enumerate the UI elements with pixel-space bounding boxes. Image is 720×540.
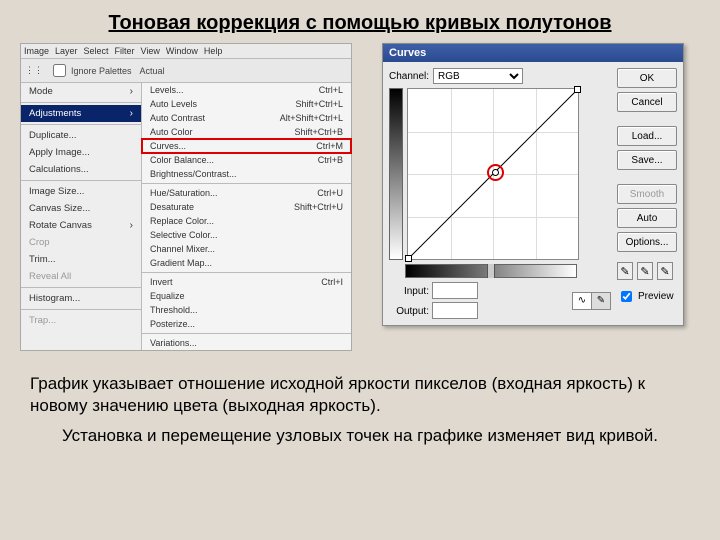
curves-dialog: Curves Channel: RGB — [382, 43, 684, 326]
preview-checkbox[interactable] — [621, 291, 632, 302]
curve-tool-spline-icon[interactable]: ∿ — [573, 293, 592, 309]
output-field[interactable] — [432, 302, 478, 319]
channel-label: Channel: — [389, 71, 429, 82]
smooth-button[interactable]: Smooth — [617, 184, 677, 204]
image-menu[interactable]: Mode Adjustments Duplicate...Apply Image..… — [21, 83, 142, 350]
submenu-item[interactable]: Hue/Saturation...Ctrl+U — [142, 186, 351, 200]
page-title: Тоновая коррекция с помощью кривых полут… — [0, 0, 720, 43]
menu-item[interactable]: Mode — [21, 83, 141, 100]
preview-label: Preview — [638, 291, 674, 302]
curves-titlebar: Curves — [383, 44, 683, 62]
curve-point-start[interactable] — [405, 255, 412, 262]
cancel-button[interactable]: Cancel — [617, 92, 677, 112]
curve-tool-pencil-icon[interactable]: ✎ — [592, 293, 610, 309]
actual-label: Actual — [140, 66, 165, 76]
menubar[interactable]: Image Layer Select Filter View Window Help — [21, 44, 351, 59]
menu-filter[interactable]: Filter — [115, 46, 135, 56]
options-button[interactable]: Options... — [617, 232, 677, 252]
explanation-text: График указывает отношение исходной ярко… — [0, 351, 720, 447]
menu-item[interactable]: Trap... — [21, 312, 141, 329]
menu-help[interactable]: Help — [204, 46, 223, 56]
submenu-item[interactable]: Selective Color... — [142, 228, 351, 242]
output-label: Output: — [389, 306, 429, 317]
menu-item[interactable]: Crop — [21, 234, 141, 251]
submenu-item[interactable]: Channel Mixer... — [142, 242, 351, 256]
channel-select[interactable]: RGB — [433, 68, 523, 84]
load-button[interactable]: Load... — [617, 126, 677, 146]
submenu-item[interactable]: Threshold... — [142, 303, 351, 317]
menu-item[interactable]: Trim... — [21, 251, 141, 268]
eyedropper-gray-icon[interactable]: ✎ — [637, 262, 653, 280]
photoshop-menu: Image Layer Select Filter View Window Help ⋮⋮ … — [20, 43, 352, 351]
ignore-palettes-checkbox[interactable] — [53, 64, 66, 77]
menu-item[interactable]: Histogram... — [21, 290, 141, 307]
submenu-item[interactable]: Curves...Ctrl+M — [142, 139, 351, 153]
menu-item[interactable]: Apply Image... — [21, 144, 141, 161]
submenu-item[interactable]: DesaturateShift+Ctrl+U — [142, 200, 351, 214]
input-label: Input: — [389, 286, 429, 297]
paragraph-2: Установка и перемещение узловых точек на… — [30, 425, 690, 447]
menu-item[interactable]: Image Size... — [21, 183, 141, 200]
curves-chart[interactable] — [407, 88, 579, 260]
submenu-item[interactable]: Levels...Ctrl+L — [142, 83, 351, 97]
submenu-item[interactable]: Gradient Map... — [142, 256, 351, 270]
submenu-item[interactable]: Variations... — [142, 336, 351, 350]
save-button[interactable]: Save... — [617, 150, 677, 170]
options-bar: ⋮⋮ Ignore Palettes Actual — [21, 59, 351, 83]
submenu-item[interactable]: Auto ContrastAlt+Shift+Ctrl+L — [142, 111, 351, 125]
menu-item[interactable]: Reveal All — [21, 268, 141, 285]
curve-tool-toggle[interactable]: ∿ ✎ — [572, 292, 611, 310]
curve-point-end[interactable] — [574, 86, 581, 93]
submenu-item[interactable]: Equalize — [142, 289, 351, 303]
eyedropper-white-icon[interactable]: ✎ — [657, 262, 673, 280]
submenu-item[interactable]: Replace Color... — [142, 214, 351, 228]
paragraph-1: График указывает отношение исходной ярко… — [30, 373, 690, 417]
menu-item[interactable]: Calculations... — [21, 161, 141, 178]
menu-window[interactable]: Window — [166, 46, 198, 56]
submenu-item[interactable]: Brightness/Contrast... — [142, 167, 351, 181]
eyedropper-black-icon[interactable]: ✎ — [617, 262, 633, 280]
gradient-split-icon — [487, 264, 495, 278]
menu-item[interactable]: Duplicate... — [21, 127, 141, 144]
menu-item[interactable]: Rotate Canvas — [21, 217, 141, 234]
curve-point-mid[interactable] — [492, 169, 499, 176]
menu-item[interactable]: Canvas Size... — [21, 200, 141, 217]
submenu-item[interactable]: Color Balance...Ctrl+B — [142, 153, 351, 167]
input-field[interactable] — [432, 282, 478, 299]
submenu-item[interactable]: Posterize... — [142, 317, 351, 331]
menu-select[interactable]: Select — [84, 46, 109, 56]
ignore-palettes-label: Ignore Palettes — [71, 66, 132, 76]
input-gradient[interactable] — [405, 264, 577, 278]
auto-button[interactable]: Auto — [617, 208, 677, 228]
menu-view[interactable]: View — [141, 46, 160, 56]
adjustments-submenu[interactable]: Levels...Ctrl+LAuto LevelsShift+Ctrl+LAu… — [142, 83, 351, 350]
menu-image[interactable]: Image — [24, 46, 49, 56]
ok-button[interactable]: OK — [617, 68, 677, 88]
output-gradient — [389, 88, 403, 260]
submenu-item[interactable]: InvertCtrl+I — [142, 275, 351, 289]
menu-item[interactable]: Adjustments — [21, 105, 141, 122]
menu-layer[interactable]: Layer — [55, 46, 78, 56]
submenu-item[interactable]: Auto ColorShift+Ctrl+B — [142, 125, 351, 139]
submenu-item[interactable]: Auto LevelsShift+Ctrl+L — [142, 97, 351, 111]
